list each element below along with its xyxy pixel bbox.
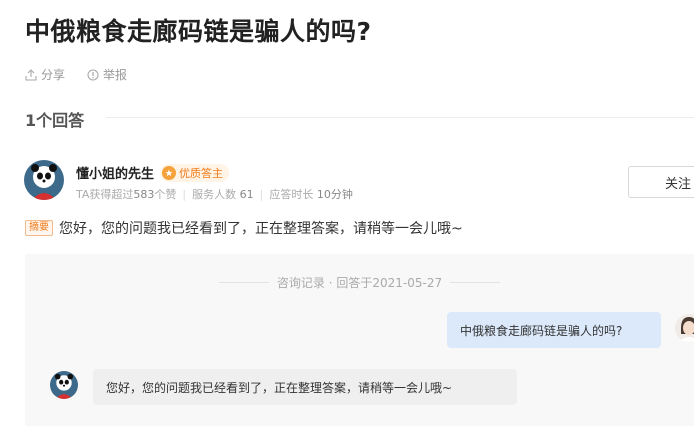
follow-button[interactable]: 关注 bbox=[628, 166, 694, 198]
author-stats: TA获得超过 583 个赞 | 服务人数 61 | 应答时长 10分钟 bbox=[76, 186, 353, 202]
divider bbox=[450, 282, 501, 283]
response-label: 应答时长 bbox=[269, 188, 314, 201]
badge-label: 优质答主 bbox=[179, 166, 224, 180]
avatar[interactable] bbox=[24, 160, 64, 200]
served-label: 服务人数 bbox=[192, 188, 237, 201]
answerer-avatar bbox=[50, 371, 78, 399]
divider bbox=[106, 117, 694, 118]
asker-avatar bbox=[675, 314, 694, 342]
answer-summary: 摘要 您好，您的问题我已经看到了，正在整理答案，请稍等一会儿哦~ bbox=[25, 218, 463, 238]
divider bbox=[218, 282, 269, 283]
medal-icon bbox=[162, 165, 177, 180]
share-label: 分享 bbox=[41, 68, 66, 82]
answer-bubble: 您好，您的问题我已经看到了，正在整理答案，请稍等一会儿哦~ bbox=[93, 369, 517, 405]
question-bubble: 中俄粮食走廊码链是骗人的吗? bbox=[447, 312, 661, 348]
report-label: 举报 bbox=[103, 68, 128, 82]
response-value: 10分钟 bbox=[316, 188, 353, 201]
chat-meta: 咨询记录 · 回答于2021-05-27 bbox=[25, 274, 694, 291]
stats-separator: | bbox=[259, 187, 264, 201]
summary-tag: 摘要 bbox=[25, 220, 53, 236]
page: 中俄粮食走廊码链是骗人的吗? 分享 举报 1个回答 懂小姐的先生 优质答主 TA… bbox=[0, 0, 694, 426]
served-value: 61 bbox=[239, 187, 254, 201]
share-button[interactable]: 分享 bbox=[25, 66, 65, 83]
quality-badge: 优质答主 bbox=[160, 163, 230, 182]
author-row: 懂小姐的先生 优质答主 bbox=[76, 163, 230, 182]
stats-separator: | bbox=[182, 187, 187, 201]
question-title: 中俄粮食走廊码链是骗人的吗? bbox=[25, 17, 372, 46]
likes-value: 583 bbox=[133, 187, 155, 201]
share-icon bbox=[25, 68, 37, 81]
question-actions: 分享 举报 bbox=[25, 66, 127, 83]
likes-suffix: 个赞 bbox=[154, 188, 177, 201]
author-name[interactable]: 懂小姐的先生 bbox=[76, 163, 154, 182]
consultation-record: 咨询记录 · 回答于2021-05-27 中俄粮食走廊码链是骗人的吗? 您好，您… bbox=[25, 254, 694, 426]
report-icon bbox=[87, 68, 99, 81]
report-button[interactable]: 举报 bbox=[87, 66, 127, 83]
chat-meta-text: 咨询记录 · 回答于2021-05-27 bbox=[276, 276, 443, 290]
summary-text: 您好，您的问题我已经看到了，正在整理答案，请稍等一会儿哦~ bbox=[59, 221, 463, 237]
answer-count: 1个回答 bbox=[25, 111, 85, 130]
likes-prefix: TA获得超过 bbox=[76, 188, 134, 201]
